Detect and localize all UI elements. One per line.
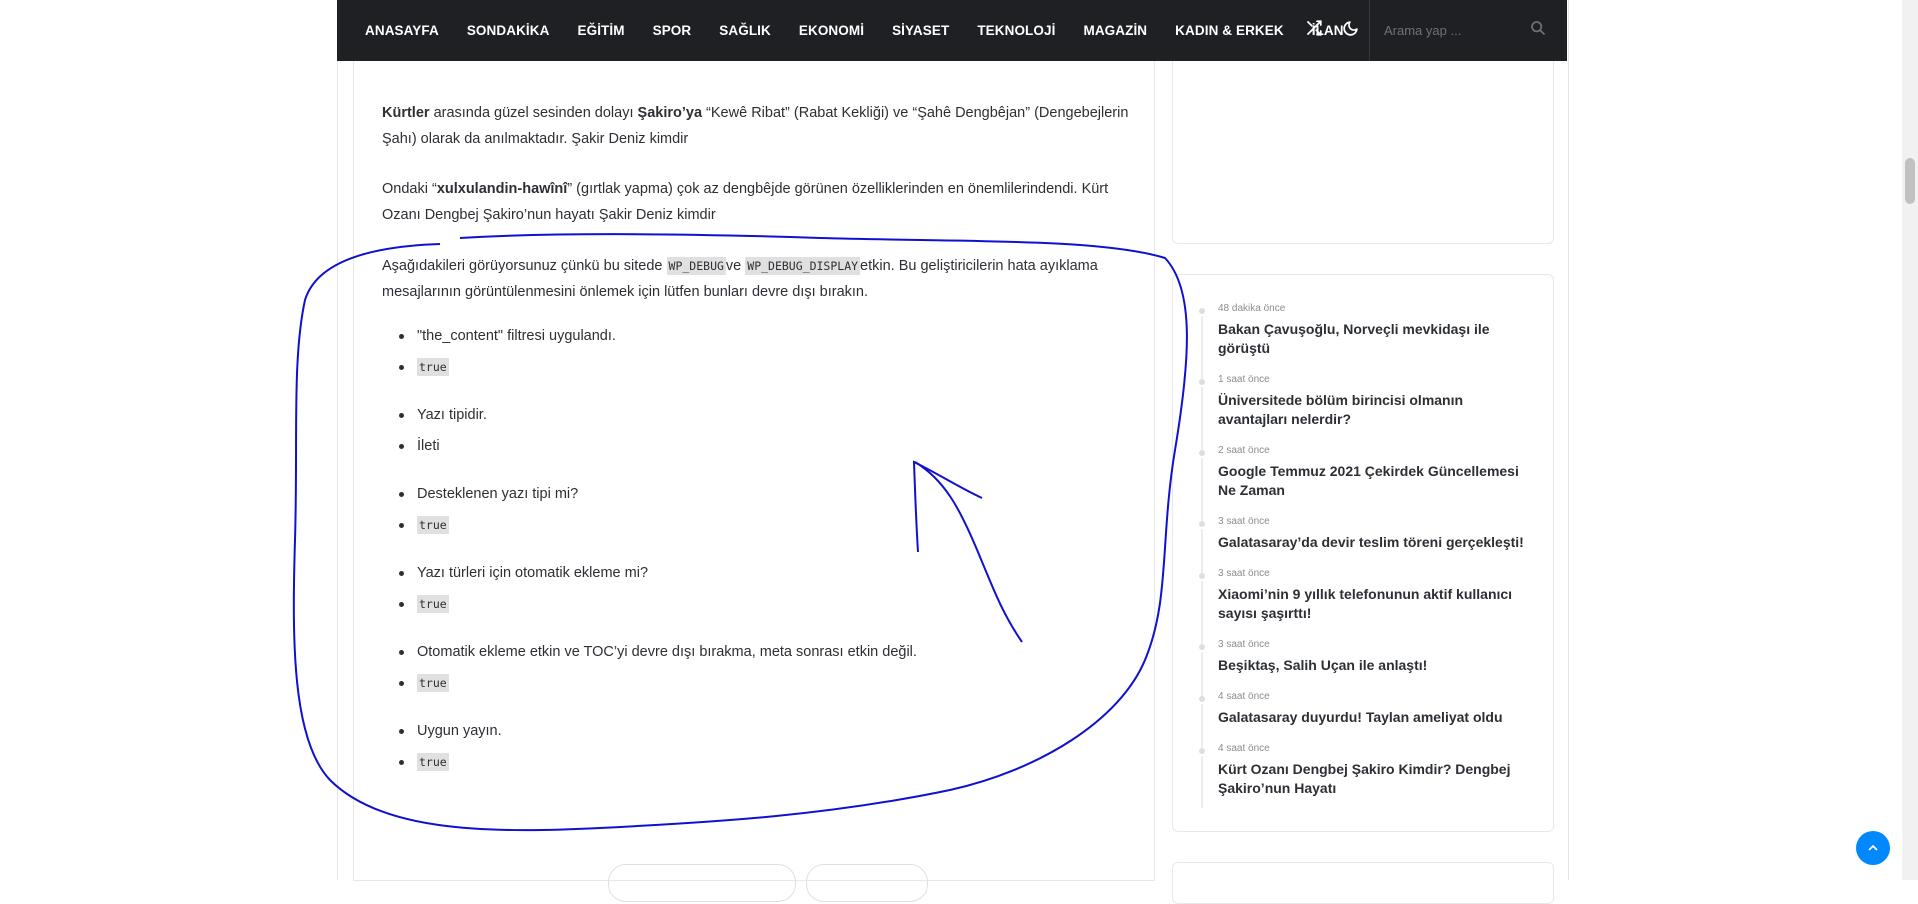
recent-post-item[interactable]: 4 saat önce Galatasaray duyurdu! Taylan … xyxy=(1196,690,1536,748)
article-paragraph-2: Ondaki “xulxulandin-hawînî” (gırtlak yap… xyxy=(382,176,1132,228)
debug-group: Desteklenen yazı tipi mi? true xyxy=(382,484,1122,546)
post-title-link[interactable]: Galatasaray duyurdu! Taylan ameliyat old… xyxy=(1218,708,1536,727)
post-title-link[interactable]: Bakan Çavuşoğlu, Norveçli mevkidaşı ile … xyxy=(1218,320,1536,358)
debug-info-list: "the_content" filtresi uygulandı. true Y… xyxy=(382,326,1122,800)
debug-value-code: true xyxy=(417,516,449,534)
post-title-link[interactable]: Beşiktaş, Salih Uçan ile anlaştı! xyxy=(1218,656,1536,675)
scrollbar-thumb[interactable] xyxy=(1905,158,1915,204)
debug-value: İleti xyxy=(382,436,1122,467)
debug-value-code: true xyxy=(417,595,449,613)
paragraph-text: Ondaki “ xyxy=(382,181,437,197)
debug-group: Otomatik ekleme etkin ve TOC’yi devre dı… xyxy=(382,642,1122,704)
debug-value: true xyxy=(382,515,1122,546)
recent-post-item[interactable]: 1 saat önce Üniversitede bölüm birincisi… xyxy=(1196,373,1536,450)
moon-icon[interactable] xyxy=(1339,20,1361,42)
debug-label: Yazı türleri için otomatik ekleme mi? xyxy=(382,563,1122,594)
post-tags xyxy=(608,864,928,902)
debug-value: true xyxy=(382,752,1122,783)
sidebar-widget-next xyxy=(1172,862,1554,904)
search-box xyxy=(1369,0,1568,61)
debug-value: true xyxy=(382,673,1122,704)
debug-group: "the_content" filtresi uygulandı. true xyxy=(382,326,1122,388)
nav-item-kadin-erkek[interactable]: KADIN & ERKEK xyxy=(1175,23,1284,38)
post-time: 1 saat önce xyxy=(1218,374,1270,385)
post-time: 4 saat önce xyxy=(1218,691,1270,702)
nav-item-ekonomi[interactable]: EKONOMİ xyxy=(799,23,864,38)
debug-label: Otomatik ekleme etkin ve TOC’yi devre dı… xyxy=(382,642,1122,673)
shuffle-icon[interactable] xyxy=(1303,19,1325,42)
debug-label: "the_content" filtresi uygulandı. xyxy=(382,326,1122,357)
nav-item-siyaset[interactable]: SİYASET xyxy=(892,23,949,38)
debug-group: Yazı türleri için otomatik ekleme mi? tr… xyxy=(382,563,1122,625)
post-time: 3 saat önce xyxy=(1218,568,1270,579)
debug-notice: Aşağıdakileri görüyorsunuz çünkü bu site… xyxy=(382,253,1132,305)
back-to-top-button[interactable] xyxy=(1856,831,1890,865)
nav-item-sondakika[interactable]: SONDAKİKA xyxy=(467,23,550,38)
post-title-link[interactable]: Galatasaray’da devir teslim töreni gerçe… xyxy=(1218,533,1536,552)
tag-pill[interactable] xyxy=(608,864,796,902)
search-input[interactable] xyxy=(1382,22,1526,39)
post-title-link[interactable]: Üniversitede bölüm birincisi olmanın ava… xyxy=(1218,391,1536,429)
debug-constant: WP_DEBUG_DISPLAY xyxy=(745,257,861,275)
debug-value: true xyxy=(382,594,1122,625)
recent-post-item[interactable]: 4 saat önce Kürt Ozanı Dengbej Şakiro Ki… xyxy=(1196,742,1536,808)
chevron-up-icon xyxy=(1867,839,1879,855)
nav-item-magazin[interactable]: MAGAZİN xyxy=(1083,23,1147,38)
paragraph-text: arasında güzel sesinden dolayı xyxy=(429,105,638,121)
debug-label: Uygun yayın. xyxy=(382,721,1122,752)
paragraph-bold-text: Şakiro’ya xyxy=(637,105,703,121)
page-scrollbar[interactable] xyxy=(1902,0,1918,880)
nav-item-egitim[interactable]: EĞİTİM xyxy=(577,23,624,38)
nav-item-saglik[interactable]: SAĞLIK xyxy=(719,23,771,38)
nav-tools xyxy=(1303,0,1361,61)
tag-pill[interactable] xyxy=(806,864,928,902)
article-paragraph-1: Kürtler arasında güzel sesinden dolayı Ş… xyxy=(382,100,1132,152)
debug-value-code: true xyxy=(417,674,449,692)
search-icon[interactable] xyxy=(1530,20,1546,40)
post-time: 48 dakika önce xyxy=(1218,303,1286,314)
debug-notice-text: ve xyxy=(725,258,746,274)
paragraph-bold-text: xulxulandin-hawînî xyxy=(436,181,568,197)
recent-post-item[interactable]: 2 saat önce Google Temmuz 2021 Çekirdek … xyxy=(1196,444,1536,521)
main-navigation-bar: ANASAYFA SONDAKİKA EĞİTİM SPOR SAĞLIK EK… xyxy=(337,0,1567,61)
debug-group: Yazı tipidir. İleti xyxy=(382,405,1122,467)
nav-item-teknoloji[interactable]: TEKNOLOJİ xyxy=(977,23,1055,38)
recent-post-item[interactable]: 48 dakika önce Bakan Çavuşoğlu, Norveçli… xyxy=(1196,302,1536,379)
debug-constant: WP_DEBUG xyxy=(666,257,726,275)
post-title-link[interactable]: Kürt Ozanı Dengbej Şakiro Kimdir? Dengbe… xyxy=(1218,760,1536,798)
post-time: 2 saat önce xyxy=(1218,445,1270,456)
debug-label: Yazı tipidir. xyxy=(382,405,1122,436)
debug-value-code: true xyxy=(417,358,449,376)
nav-item-spor[interactable]: SPOR xyxy=(653,23,692,38)
recent-post-item[interactable]: 3 saat önce Galatasaray’da devir teslim … xyxy=(1196,515,1536,573)
debug-group: Uygun yayın. true xyxy=(382,721,1122,783)
debug-value-code: true xyxy=(417,753,449,771)
paragraph-bold-text: Kürtler xyxy=(382,105,430,121)
debug-notice-text: Aşağıdakileri görüyorsunuz çünkü bu site… xyxy=(382,258,667,274)
post-time: 4 saat önce xyxy=(1218,743,1270,754)
post-time: 3 saat önce xyxy=(1218,639,1270,650)
nav-menu: ANASAYFA SONDAKİKA EĞİTİM SPOR SAĞLIK EK… xyxy=(337,0,1372,61)
post-time: 3 saat önce xyxy=(1218,516,1270,527)
debug-value: true xyxy=(382,357,1122,388)
post-title-link[interactable]: Xiaomi’nin 9 yıllık telefonunun aktif ku… xyxy=(1218,585,1536,623)
recent-post-item[interactable]: 3 saat önce Xiaomi’nin 9 yıllık telefonu… xyxy=(1196,567,1536,644)
recent-posts-list: 48 dakika önce Bakan Çavuşoğlu, Norveçli… xyxy=(1196,302,1536,808)
debug-label: Desteklenen yazı tipi mi? xyxy=(382,484,1122,515)
post-title-link[interactable]: Google Temmuz 2021 Çekirdek Güncellemesi… xyxy=(1218,462,1536,500)
recent-post-item[interactable]: 3 saat önce Beşiktaş, Salih Uçan ile anl… xyxy=(1196,638,1536,696)
nav-item-anasayfa[interactable]: ANASAYFA xyxy=(365,23,439,38)
